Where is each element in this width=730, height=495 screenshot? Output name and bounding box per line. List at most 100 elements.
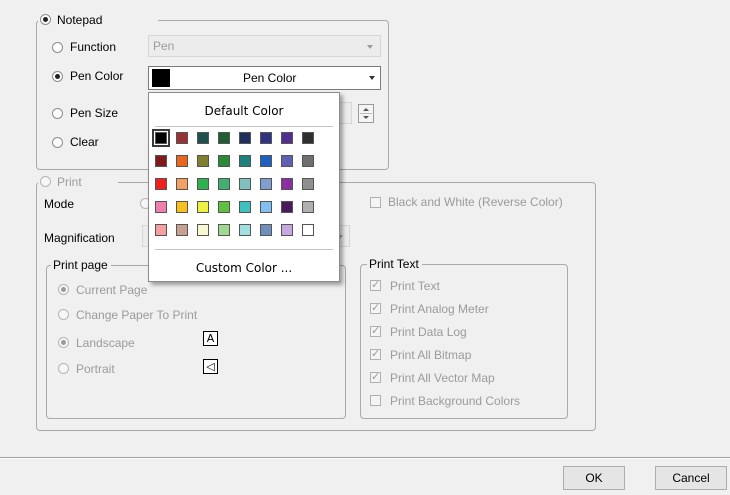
print-analog-meter-label: Print Analog Meter (390, 302, 489, 316)
color-swatch[interactable] (176, 155, 188, 167)
color-swatch[interactable] (176, 132, 188, 144)
color-swatch[interactable] (155, 224, 167, 236)
pen-size-radio[interactable] (52, 108, 63, 119)
pen-size-label: Pen Size (70, 106, 119, 120)
color-swatch[interactable] (239, 155, 251, 167)
color-swatch[interactable] (260, 201, 272, 213)
pen-color-preview-swatch (152, 69, 170, 87)
color-swatch[interactable] (260, 224, 272, 236)
print-radio[interactable] (40, 176, 51, 187)
custom-color-option[interactable]: Custom Color ... (149, 261, 339, 275)
color-swatch[interactable] (302, 155, 314, 167)
notepad-group-header[interactable]: Notepad (38, 13, 158, 27)
color-swatch[interactable] (152, 129, 170, 147)
color-swatch[interactable] (239, 178, 251, 190)
print-page-title: Print page (51, 258, 111, 272)
chevron-down-icon (369, 76, 375, 80)
pen-size-spinner[interactable] (358, 104, 374, 123)
print-all-bitmap-checkbox[interactable] (370, 347, 381, 360)
color-swatch[interactable] (260, 178, 272, 190)
print-all-vector-map-checkbox[interactable] (370, 370, 381, 383)
magnification-label: Magnification (44, 231, 115, 245)
current-page-label: Current Page (76, 283, 148, 297)
clear-label: Clear (70, 135, 99, 149)
print-background-colors-label: Print Background Colors (390, 394, 521, 408)
footer-separator-highlight (0, 458, 730, 459)
mode-label: Mode (44, 197, 75, 211)
color-swatch[interactable] (281, 132, 293, 144)
color-swatch[interactable] (155, 155, 167, 167)
color-swatch[interactable] (218, 178, 230, 190)
function-label: Function (70, 40, 117, 54)
landscape-icon: A (203, 331, 218, 346)
print-text-label: Print Text (390, 279, 440, 293)
print-text-title: Print Text (367, 257, 422, 271)
print-all-vector-map-label: Print All Vector Map (390, 371, 495, 385)
color-swatch[interactable] (281, 224, 293, 236)
print-analog-meter-checkbox[interactable] (370, 301, 381, 314)
portrait-icon: ◁ (203, 359, 218, 374)
color-swatch[interactable] (281, 178, 293, 190)
color-swatch[interactable] (302, 178, 314, 190)
color-swatch[interactable] (281, 155, 293, 167)
pen-size-input[interactable] (338, 102, 352, 124)
change-paper-radio[interactable] (58, 309, 69, 320)
landscape-radio[interactable] (58, 337, 69, 348)
print-text-checkbox[interactable] (370, 278, 381, 291)
color-swatch[interactable] (239, 132, 251, 144)
clear-radio[interactable] (52, 137, 63, 148)
color-swatch[interactable] (239, 201, 251, 213)
print-data-log-label: Print Data Log (390, 325, 467, 339)
color-swatch[interactable] (176, 178, 188, 190)
color-swatch[interactable] (302, 224, 314, 236)
print-title: Print (57, 175, 82, 189)
color-swatch[interactable] (302, 201, 314, 213)
color-swatch[interactable] (260, 132, 272, 144)
color-swatch[interactable] (155, 178, 167, 190)
color-swatch[interactable] (218, 155, 230, 167)
function-select-value: Pen (153, 39, 175, 53)
color-swatch[interactable] (281, 201, 293, 213)
function-select[interactable]: Pen (148, 35, 381, 57)
print-background-colors-checkbox[interactable] (370, 395, 381, 406)
color-swatch-grid (149, 93, 339, 283)
pen-color-radio[interactable] (52, 71, 63, 82)
color-swatch[interactable] (218, 132, 230, 144)
popup-separator-bottom (155, 249, 333, 250)
print-data-log-checkbox[interactable] (370, 324, 381, 337)
color-swatch[interactable] (176, 224, 188, 236)
color-swatch[interactable] (197, 155, 209, 167)
chevron-down-icon (367, 45, 373, 49)
spin-up-icon (363, 108, 369, 111)
spin-down-icon (363, 116, 369, 119)
notepad-title: Notepad (57, 13, 103, 27)
landscape-label: Landscape (76, 336, 135, 350)
color-swatch[interactable] (218, 201, 230, 213)
color-swatch[interactable] (197, 224, 209, 236)
notepad-radio[interactable] (40, 14, 51, 25)
color-swatch[interactable] (260, 155, 272, 167)
function-radio[interactable] (52, 42, 63, 53)
pen-color-select[interactable]: Pen Color (148, 66, 381, 90)
color-swatch[interactable] (197, 201, 209, 213)
portrait-radio[interactable] (58, 363, 69, 374)
change-paper-label: Change Paper To Print (76, 308, 198, 322)
color-swatch[interactable] (218, 224, 230, 236)
color-swatch[interactable] (239, 224, 251, 236)
portrait-label: Portrait (76, 362, 115, 376)
print-all-bitmap-label: Print All Bitmap (390, 348, 472, 362)
color-picker-popup: Default Color Custom Color ... (148, 92, 340, 282)
ok-button[interactable]: OK (563, 466, 625, 490)
current-page-radio[interactable] (58, 284, 69, 295)
bw-checkbox[interactable] (370, 197, 381, 208)
bw-label: Black and White (Reverse Color) (388, 195, 563, 209)
color-swatch[interactable] (176, 201, 188, 213)
cancel-button[interactable]: Cancel (655, 466, 727, 490)
pen-color-select-value: Pen Color (243, 71, 297, 85)
color-swatch[interactable] (155, 201, 167, 213)
color-swatch[interactable] (302, 132, 314, 144)
print-group-header[interactable]: Print (38, 175, 118, 189)
color-swatch[interactable] (197, 132, 209, 144)
color-swatch[interactable] (197, 178, 209, 190)
pen-color-label: Pen Color (70, 69, 124, 83)
